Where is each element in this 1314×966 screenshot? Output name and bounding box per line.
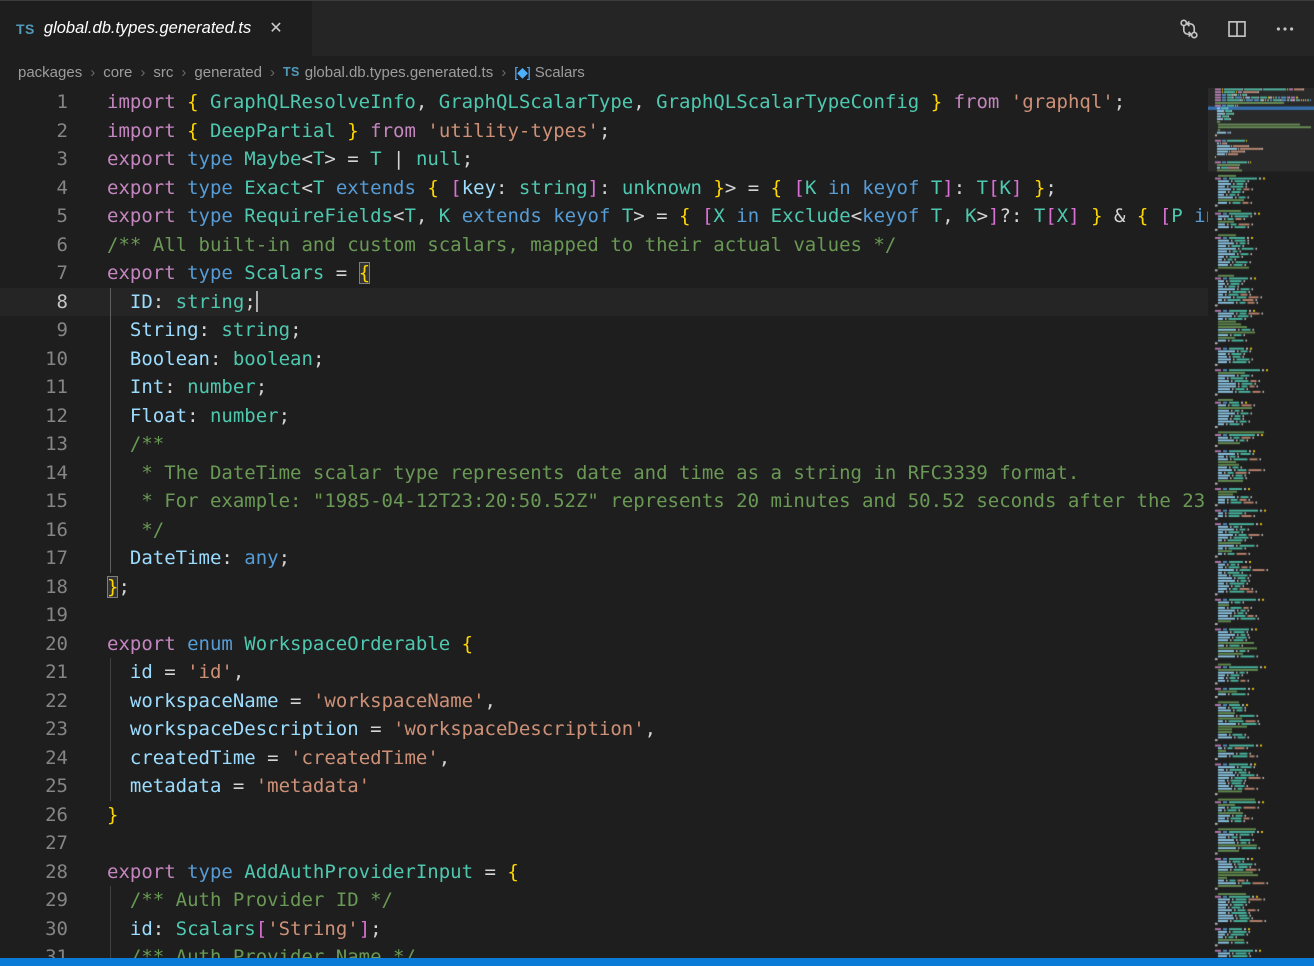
line-number[interactable]: 18 — [0, 573, 68, 602]
indent-guide — [110, 658, 111, 801]
line-number[interactable]: 27 — [0, 829, 68, 858]
close-tab-icon[interactable]: ✕ — [267, 19, 284, 39]
code-line-18[interactable]: }; — [0, 573, 1208, 602]
breadcrumb-separator-icon: › — [270, 64, 275, 81]
code-line-1[interactable]: import { GraphQLResolveInfo, GraphQLScal… — [0, 88, 1208, 117]
line-number[interactable]: 23 — [0, 715, 68, 744]
code-line-11[interactable]: Int: number; — [0, 373, 1208, 402]
tab-global-db-types-generated-ts[interactable]: TS global.db.types.generated.ts ✕ — [0, 1, 312, 56]
line-number[interactable]: 11 — [0, 373, 68, 402]
line-number[interactable]: 30 — [0, 915, 68, 944]
breadcrumb-separator-icon: › — [501, 64, 506, 81]
line-number[interactable]: 25 — [0, 772, 68, 801]
code-lines[interactable]: import { GraphQLResolveInfo, GraphQLScal… — [0, 88, 1208, 958]
open-changes-icon[interactable] — [1178, 18, 1200, 40]
line-number[interactable]: 20 — [0, 630, 68, 659]
line-number[interactable]: 13 — [0, 430, 68, 459]
line-number[interactable]: 9 — [0, 316, 68, 345]
breadcrumb-item-filename[interactable]: TS global.db.types.generated.ts — [283, 64, 493, 81]
code-line-21[interactable]: id = 'id', — [0, 658, 1208, 687]
line-number[interactable]: 21 — [0, 658, 68, 687]
indent-guide — [110, 288, 111, 573]
gutter[interactable]: 1234567891011121314151617181920212223242… — [0, 88, 68, 958]
line-number[interactable]: 14 — [0, 459, 68, 488]
code-line-31[interactable]: /** Auth Provider Name */ — [0, 943, 1208, 958]
symbol-type-icon: [◆] — [514, 64, 530, 81]
line-number[interactable]: 17 — [0, 544, 68, 573]
breadcrumb-separator-icon: › — [181, 64, 186, 81]
line-number[interactable]: 15 — [0, 487, 68, 516]
breadcrumb: packages › core › src › generated › TS g… — [0, 56, 1314, 88]
code-line-10[interactable]: Boolean: boolean; — [0, 345, 1208, 374]
code-line-13[interactable]: /** — [0, 430, 1208, 459]
code-line-22[interactable]: workspaceName = 'workspaceName', — [0, 687, 1208, 716]
code-line-17[interactable]: DateTime: any; — [0, 544, 1208, 573]
line-number[interactable]: 24 — [0, 744, 68, 773]
code-line-7[interactable]: export type Scalars = { — [0, 259, 1208, 288]
line-number[interactable]: 22 — [0, 687, 68, 716]
code-line-8[interactable]: ID: string; — [0, 288, 1208, 317]
minimap[interactable] — [1208, 88, 1314, 958]
code-line-6[interactable]: /** All built-in and custom scalars, map… — [0, 231, 1208, 260]
breadcrumb-item-core[interactable]: core — [103, 64, 132, 81]
text-cursor — [256, 291, 258, 312]
line-number[interactable]: 26 — [0, 801, 68, 830]
code-line-28[interactable]: export type AddAuthProviderInput = { — [0, 858, 1208, 887]
code-line-5[interactable]: export type RequireFields<T, K extends k… — [0, 202, 1208, 231]
breadcrumb-item-src[interactable]: src — [153, 64, 173, 81]
more-actions-icon[interactable] — [1274, 18, 1296, 40]
code-line-19[interactable] — [0, 601, 1208, 630]
breadcrumb-separator-icon: › — [140, 64, 145, 81]
line-number[interactable]: 6 — [0, 231, 68, 260]
line-number[interactable]: 31 — [0, 943, 68, 958]
editor-tab-bar: TS global.db.types.generated.ts ✕ — [0, 0, 1314, 56]
code-line-2[interactable]: import { DeepPartial } from 'utility-typ… — [0, 117, 1208, 146]
code-line-23[interactable]: workspaceDescription = 'workspaceDescrip… — [0, 715, 1208, 744]
line-number[interactable]: 2 — [0, 117, 68, 146]
indent-guide — [110, 886, 111, 958]
code-line-25[interactable]: metadata = 'metadata' — [0, 772, 1208, 801]
code-line-12[interactable]: Float: number; — [0, 402, 1208, 431]
split-editor-icon[interactable] — [1226, 18, 1248, 40]
editor-actions — [1178, 1, 1314, 56]
line-number[interactable]: 3 — [0, 145, 68, 174]
line-number[interactable]: 16 — [0, 516, 68, 545]
vscode-window: { "tab_bar": { "tabs": [ { "ts_badge": "… — [0, 0, 1314, 966]
code-editor[interactable]: import { GraphQLResolveInfo, GraphQLScal… — [0, 88, 1314, 958]
code-line-24[interactable]: createdTime = 'createdTime', — [0, 744, 1208, 773]
breadcrumb-separator-icon: › — [90, 64, 95, 81]
line-number[interactable]: 12 — [0, 402, 68, 431]
typescript-file-icon: TS — [283, 65, 300, 79]
status-bar[interactable] — [0, 958, 1314, 966]
line-number[interactable]: 5 — [0, 202, 68, 231]
typescript-file-icon: TS — [16, 21, 35, 37]
code-line-29[interactable]: /** Auth Provider ID */ — [0, 886, 1208, 915]
code-line-26[interactable]: } — [0, 801, 1208, 830]
code-line-9[interactable]: String: string; — [0, 316, 1208, 345]
line-number[interactable]: 8 — [0, 288, 68, 317]
line-number[interactable]: 4 — [0, 174, 68, 203]
code-line-27[interactable] — [0, 829, 1208, 858]
line-number[interactable]: 10 — [0, 345, 68, 374]
code-line-20[interactable]: export enum WorkspaceOrderable { — [0, 630, 1208, 659]
breadcrumb-item-generated[interactable]: generated — [194, 64, 262, 81]
code-line-3[interactable]: export type Maybe<T> = T | null; — [0, 145, 1208, 174]
breadcrumb-item-packages[interactable]: packages — [18, 64, 82, 81]
code-line-4[interactable]: export type Exact<T extends { [key: stri… — [0, 174, 1208, 203]
line-number[interactable]: 29 — [0, 886, 68, 915]
code-line-30[interactable]: id: Scalars['String']; — [0, 915, 1208, 944]
code-line-15[interactable]: * For example: "1985-04-12T23:20:50.52Z"… — [0, 487, 1208, 516]
code-line-16[interactable]: */ — [0, 516, 1208, 545]
line-number[interactable]: 1 — [0, 88, 68, 117]
breadcrumb-item-scalars-symbol[interactable]: [◆] Scalars — [514, 64, 585, 81]
line-number[interactable]: 19 — [0, 601, 68, 630]
line-number[interactable]: 7 — [0, 259, 68, 288]
line-number[interactable]: 28 — [0, 858, 68, 887]
tab-title: global.db.types.generated.ts — [44, 19, 251, 38]
code-line-14[interactable]: * The DateTime scalar type represents da… — [0, 459, 1208, 488]
